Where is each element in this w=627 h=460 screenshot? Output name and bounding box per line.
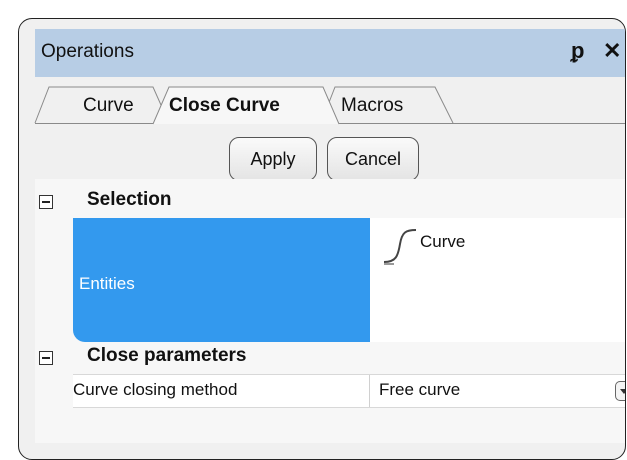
curve-icon xyxy=(383,229,417,265)
curve-closing-method-row[interactable]: Curve closing method Free curve xyxy=(73,374,625,408)
collapse-selection-icon[interactable] xyxy=(39,195,53,209)
curve-closing-method-value: Free curve xyxy=(379,380,461,399)
tab-close-curve[interactable]: Close Curve xyxy=(152,85,343,125)
apply-button[interactable]: Apply xyxy=(229,137,317,181)
tab-close-curve-label: Close Curve xyxy=(169,95,280,116)
tab-strip: Curve Macros Close Curve xyxy=(34,77,625,125)
tab-macros-label: Macros xyxy=(341,95,404,116)
entities-label: Entities xyxy=(79,274,135,293)
chevron-down-icon[interactable] xyxy=(615,381,625,401)
close-icon[interactable]: ✕ xyxy=(603,37,621,65)
property-grid: Selection Entities Curve Close parameter… xyxy=(35,179,625,443)
column-separator xyxy=(369,375,370,407)
panel-titlebar[interactable]: Operations ᵱ ✕ xyxy=(35,29,625,77)
curve-closing-method-label: Curve closing method xyxy=(73,380,238,399)
pin-icon[interactable]: ᵱ xyxy=(571,37,584,65)
entities-row-label[interactable]: Entities xyxy=(73,218,370,342)
cancel-button[interactable]: Cancel xyxy=(327,137,419,181)
category-close-parameters: Close parameters xyxy=(87,345,247,366)
entities-value: Curve xyxy=(420,232,466,251)
entities-value-cell[interactable]: Curve xyxy=(370,218,625,342)
collapse-close-params-icon[interactable] xyxy=(39,351,53,365)
category-selection: Selection xyxy=(87,189,172,210)
tab-curve-label: Curve xyxy=(83,95,134,116)
panel-title: Operations xyxy=(41,41,134,62)
tab-curve[interactable]: Curve xyxy=(34,85,171,124)
operations-panel: Operations ᵱ ✕ Curve Macros Close Curve … xyxy=(18,18,626,460)
